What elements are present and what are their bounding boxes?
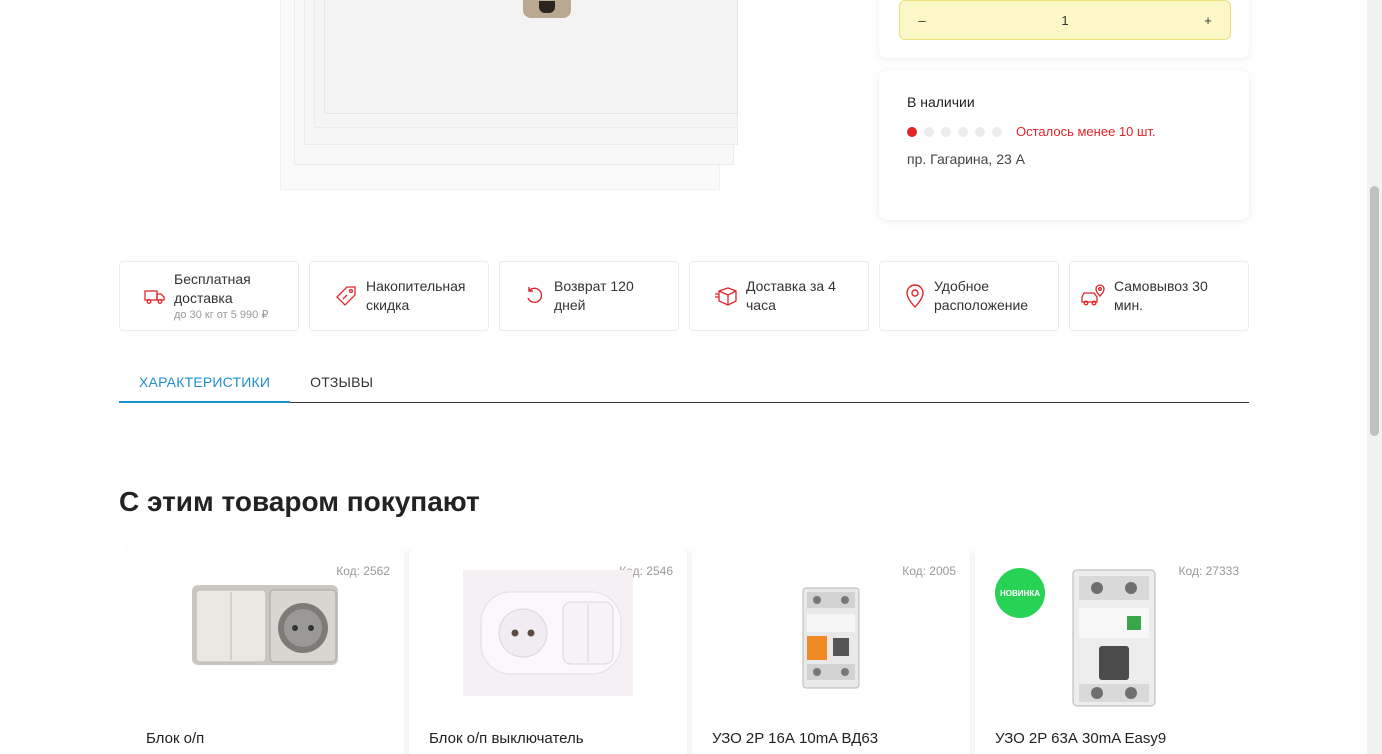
product-name[interactable]: Блок о/п xyxy=(146,729,386,748)
stock-level-indicator xyxy=(907,126,1002,137)
stock-level-row: Осталось менее 10 шт. xyxy=(907,124,1221,139)
stock-level-dot xyxy=(924,126,934,137)
increase-button[interactable]: + xyxy=(1200,13,1216,28)
stock-level-dot xyxy=(941,126,951,137)
stock-level-dot xyxy=(907,126,917,137)
stock-warning: Осталось менее 10 шт. xyxy=(1016,124,1156,139)
feature-label: Удобное расположение xyxy=(934,278,1029,313)
stock-level-dot xyxy=(992,126,1002,137)
feature-label: Доставка за 4 часа xyxy=(746,278,836,313)
product-page: – 1 + В наличии Осталось менее 10 шт. пр… xyxy=(0,0,1382,754)
feature-label: Бесплатная доставка xyxy=(174,271,251,306)
box-icon xyxy=(715,287,737,306)
product-card[interactable]: НОВИНКА Код: 27333 УЗО 2P 63А 30mA Easy9 xyxy=(975,548,1249,754)
feature-sublabel: до 30 кг от 5 990 ₽ xyxy=(174,309,269,321)
product-code: Код: 27333 xyxy=(1178,564,1239,578)
quantity-value[interactable]: 1 xyxy=(1061,13,1068,28)
feature-label: Накопительная скидка xyxy=(366,278,466,313)
feature-pickup[interactable]: Самовывоз 30 мин. xyxy=(1069,261,1249,331)
tab-characteristics[interactable]: ХАРАКТЕРИСТИКИ xyxy=(119,362,291,403)
product-name[interactable]: УЗО 2P 16А 10mA ВД63 xyxy=(712,729,952,748)
product-code: Код: 2005 xyxy=(902,564,956,578)
quantity-stepper[interactable]: – 1 + xyxy=(899,0,1231,40)
related-products-carousel: Код: 2562 Блок о/п Код: 2546 Блок о/п вы… xyxy=(126,548,1249,754)
store-address[interactable]: пр. Гагарина, 23 А xyxy=(907,151,1221,167)
discount-tag-icon xyxy=(336,286,356,306)
product-name[interactable]: Блок о/п выключатель xyxy=(429,729,669,748)
stock-card: В наличии Осталось менее 10 шт. пр. Гага… xyxy=(879,70,1249,220)
location-pin-icon xyxy=(906,284,924,308)
page-scrollbar[interactable] xyxy=(1367,0,1382,754)
product-image xyxy=(802,587,860,689)
feature-free-delivery[interactable]: Бесплатная доставка до 30 кг от 5 990 ₽ xyxy=(119,261,299,331)
product-tabs: ХАРАКТЕРИСТИКИ ОТЗЫВЫ xyxy=(119,362,1249,403)
feature-cumulative-discount[interactable]: Накопительная скидка xyxy=(309,261,489,331)
quantity-card: – 1 + xyxy=(879,0,1249,58)
stock-level-dot xyxy=(958,126,968,137)
truck-icon xyxy=(144,290,165,304)
product-image xyxy=(463,570,633,696)
product-card[interactable]: Код: 2005 УЗО 2P 16А 10mA ВД63 xyxy=(692,548,970,754)
product-name[interactable]: УЗО 2P 63А 30mA Easy9 xyxy=(995,729,1235,748)
product-card[interactable]: Код: 2562 Блок о/п xyxy=(126,548,404,754)
tab-reviews[interactable]: ОТЗЫВЫ xyxy=(290,362,393,403)
product-card[interactable]: Код: 2546 Блок о/п выключатель xyxy=(409,548,687,754)
feature-label: Самовывоз 30 мин. xyxy=(1114,278,1208,313)
related-products-title: С этим товаром покупают xyxy=(119,486,480,517)
product-image xyxy=(192,585,338,665)
feature-label: Возврат 120 дней xyxy=(554,278,634,313)
return-icon xyxy=(527,287,543,304)
stock-level-dot xyxy=(975,126,985,137)
feature-location[interactable]: Удобное расположение xyxy=(879,261,1059,331)
decrease-button[interactable]: – xyxy=(914,13,930,28)
car-pin-icon xyxy=(1081,284,1105,306)
features-row: Бесплатная доставка до 30 кг от 5 990 ₽ … xyxy=(119,261,1249,331)
bag-valve xyxy=(523,0,571,18)
feature-fast-delivery[interactable]: Доставка за 4 часа xyxy=(689,261,869,331)
scrollbar-thumb[interactable] xyxy=(1370,186,1379,436)
feature-return[interactable]: Возврат 120 дней xyxy=(499,261,679,331)
product-image xyxy=(1072,569,1156,707)
product-image xyxy=(280,0,740,200)
new-badge: НОВИНКА xyxy=(995,568,1045,618)
stock-title: В наличии xyxy=(907,94,975,110)
